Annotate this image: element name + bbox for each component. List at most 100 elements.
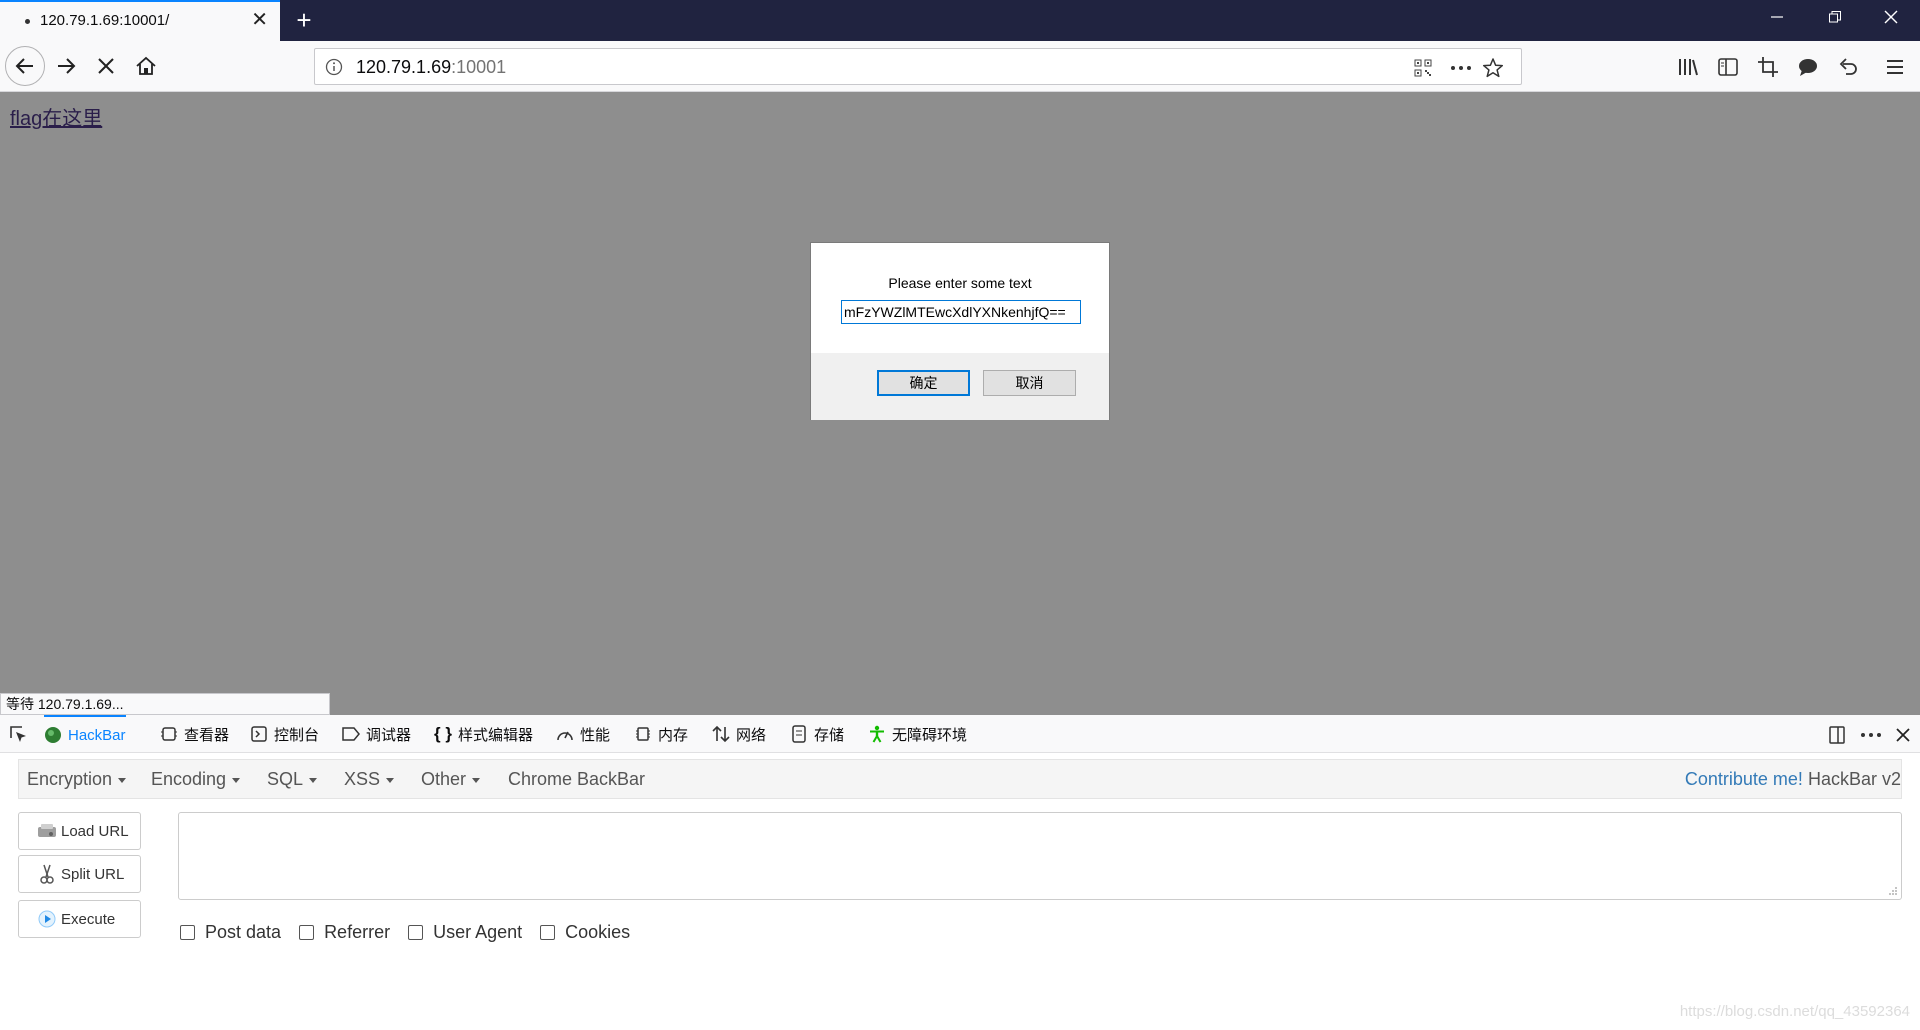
tab-performance[interactable]: 性能 [556,715,610,753]
devtools-tab-bar: HackBar 查看器 控制台 调试器 { } 样式编辑器 性能 内存 网络 存… [0,715,1920,753]
url-textarea[interactable] [178,812,1902,900]
menu-label: Encoding [151,769,227,789]
accessibility-icon [868,725,886,743]
tab-strip: 120.79.1.69:10001/ ✕ + [0,0,1920,41]
page-actions-button[interactable] [1450,57,1472,79]
sidebar-icon [1718,58,1738,76]
hamburger-menu-icon [1887,60,1903,74]
performance-icon [556,725,574,743]
qr-code-button[interactable] [1412,57,1434,79]
tab-inspector[interactable]: 查看器 [160,715,229,753]
back-button[interactable] [5,46,45,86]
button-label: Load URL [61,822,129,840]
loading-dot-icon [25,19,30,24]
main-menu-button[interactable] [1883,55,1907,79]
tab-debugger[interactable]: 调试器 [342,715,411,753]
new-tab-button[interactable]: + [289,5,319,35]
menu-chrome-backbar[interactable]: Chrome BackBar [508,769,645,790]
tab-label: 调试器 [366,726,412,744]
close-window-button[interactable] [1862,0,1920,41]
element-picker-button[interactable] [8,715,28,753]
menu-other[interactable]: Other [421,769,481,790]
cancel-button[interactable]: 取消 [983,370,1076,396]
cookies-checkbox[interactable]: Cookies [540,922,630,943]
menu-label: Encryption [27,769,113,789]
checkbox-label: Cookies [565,921,631,942]
referrer-checkbox[interactable]: Referrer [299,922,390,943]
watermark: https://blog.csdn.net/qq_43592364 [1679,1003,1910,1020]
flag-link[interactable]: flag在这里 [10,102,102,131]
devtools-options-button[interactable] [1860,724,1882,746]
tab-label: 内存 [658,726,689,744]
tab-storage[interactable]: 存储 [790,715,844,753]
checkbox-box[interactable] [180,924,195,940]
resize-grip-icon[interactable] [1888,886,1898,896]
tab-label: 存储 [814,726,845,744]
url-text: 120.79.1.69:10001 [356,57,506,78]
tab-memory[interactable]: 内存 [634,715,688,753]
menu-label: XSS [344,769,381,789]
url-port: :10001 [451,57,507,77]
close-devtools-button[interactable] [1892,724,1914,746]
site-info-icon[interactable] [325,58,343,76]
bookmark-star-button[interactable] [1482,57,1504,79]
forward-button[interactable] [48,48,84,84]
minimize-button[interactable] [1748,0,1806,41]
play-icon [37,909,57,929]
home-button[interactable] [128,48,164,84]
minimize-icon [1771,16,1783,18]
stop-button[interactable] [88,48,124,84]
undo-button[interactable] [1836,55,1860,79]
menu-encryption[interactable]: Encryption [27,769,127,790]
post-data-checkbox[interactable]: Post data [180,922,281,943]
url-bar[interactable]: 120.79.1.69:10001 [314,48,1522,85]
user-agent-checkbox[interactable]: User Agent [408,922,522,943]
back-arrow-icon [15,58,33,74]
close-tab-icon[interactable]: ✕ [251,10,268,30]
checkbox-box[interactable] [299,924,315,940]
caret-down-icon [386,777,395,783]
tab-label: 性能 [580,726,611,744]
dock-side-icon [1829,726,1845,744]
ok-button[interactable]: 确定 [877,370,970,396]
dialog-footer: 确定 取消 [811,353,1109,420]
checkbox-box[interactable] [540,924,556,940]
contribute-link[interactable]: Contribute me! [1685,769,1803,789]
split-url-button[interactable]: Split URL [18,855,141,893]
browser-tab[interactable]: 120.79.1.69:10001/ ✕ [0,0,280,41]
tab-style-editor[interactable]: { } 样式编辑器 [434,715,533,753]
tab-network[interactable]: 网络 [712,715,766,753]
chat-bubble-icon [1799,59,1817,76]
library-icon [1679,59,1698,76]
caret-down-icon [232,777,241,783]
dock-side-button[interactable] [1826,724,1848,746]
tab-label: 网络 [736,726,767,744]
undo-arrow-icon [1839,58,1857,75]
star-icon [1482,58,1504,78]
dialog-message: Please enter some text [888,275,1032,291]
menu-label: Other [421,769,467,789]
caret-down-icon [472,777,481,783]
sidebar-button[interactable] [1716,55,1740,79]
load-url-button[interactable]: Load URL [18,812,141,850]
menu-xss[interactable]: XSS [344,769,395,790]
button-label: Split URL [61,865,125,883]
restore-button[interactable] [1806,0,1864,41]
menu-sql[interactable]: SQL [267,769,318,790]
tab-hackbar[interactable]: HackBar [44,715,126,753]
checkbox-box[interactable] [408,924,424,940]
tab-console[interactable]: 控制台 [250,715,319,753]
devtools-panel: HackBar 查看器 控制台 调试器 { } 样式编辑器 性能 内存 网络 存… [0,715,1920,1030]
close-icon [1896,728,1910,742]
more-dots-icon [1451,66,1471,70]
library-button[interactable] [1676,55,1700,79]
feedback-button[interactable] [1796,55,1820,79]
menu-encoding[interactable]: Encoding [151,769,241,790]
execute-button[interactable]: Execute [18,900,141,938]
network-icon [712,725,730,743]
screenshot-button[interactable] [1756,55,1780,79]
home-icon [136,56,156,75]
tab-accessibility[interactable]: 无障碍环境 [868,715,967,753]
hackbar-icon [44,726,62,744]
dialog-text-input[interactable]: mFzYWZlMTEwcXdlYXNkenhjfQ== [841,300,1081,324]
